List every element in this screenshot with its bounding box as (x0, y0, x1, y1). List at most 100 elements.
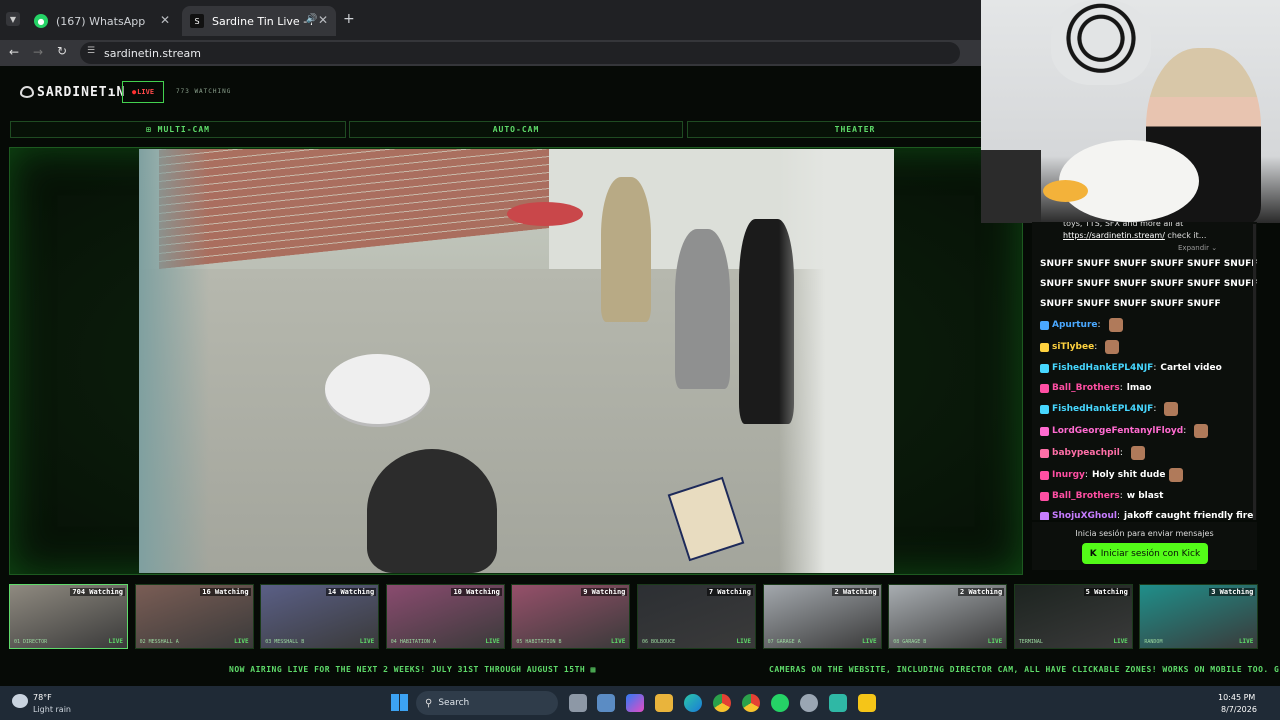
camera-thumbnail[interactable]: 2 Watching 08 GARAGE B LIVE (888, 584, 1008, 649)
chat-message: ShojuXGhoul: jakoff caught friendly fire (1040, 510, 1257, 520)
weather-icon[interactable] (12, 694, 28, 708)
streamer-webcam (981, 0, 1280, 223)
weather-desc: Light rain (33, 705, 71, 714)
site-info-icon[interactable]: ☰ (87, 46, 95, 56)
tab-list-dropdown-icon[interactable]: ▼ (6, 12, 20, 26)
thumb-watching: 9 Watching (581, 588, 628, 596)
thumb-label: 06 BOLBOUCE (642, 639, 676, 645)
widgets-icon[interactable] (597, 694, 615, 712)
whatsapp-icon: ● (34, 14, 48, 28)
nav-multi-cam[interactable]: ⊞ MULTI-CAM (10, 121, 346, 138)
chat-snuff-line: SNUFF SNUFF SNUFF SNUFF SNUFF SNUFF (1040, 259, 1257, 269)
tab-sardinetin[interactable]: S Sardine Tin Live - All Rooms 🔊 ✕ (182, 6, 336, 36)
kick-login-button[interactable]: K Iniciar sesión con Kick (1082, 543, 1208, 564)
user-badge-icon (1040, 448, 1049, 458)
whatsapp-taskbar-icon[interactable] (771, 694, 789, 712)
thumb-live: LIVE (610, 638, 626, 645)
chat-username[interactable]: FishedHankEPL4NJF (1052, 403, 1153, 415)
start-windows-icon[interactable] (391, 694, 408, 711)
task-view-icon[interactable] (569, 694, 587, 712)
login-prompt: Inicia sesión para enviar mensajes (1075, 529, 1214, 538)
expand-button[interactable]: Expandir ⌄ (1178, 242, 1257, 254)
camera-thumbnail[interactable]: 5 Watching TERMINAL LIVE (1013, 584, 1133, 649)
ticker-left-text: NOW AIRING LIVE FOR THE NEXT 2 WEEKS! JU… (229, 665, 596, 674)
reload-icon[interactable]: ↻ (57, 44, 67, 58)
chat-scrollbar[interactable] (1253, 224, 1256, 520)
pinned-text: toys, TTS, SFX and more all at (1063, 222, 1184, 228)
watching-count: 773 WATCHING (176, 88, 232, 95)
chat-emote-icon (1164, 402, 1179, 416)
chat-username[interactable]: Ball_Brothers (1052, 382, 1120, 394)
chat-text: lmao (1126, 383, 1152, 393)
desk-items (981, 150, 1041, 223)
chat-message: Ball_Brothers: lmao (1040, 382, 1257, 394)
chat-username[interactable]: ShojuXGhoul (1052, 510, 1117, 520)
chat-username[interactable]: Ball_Brothers (1052, 490, 1120, 502)
copilot-icon[interactable] (626, 694, 644, 712)
ticker-right-text: CAMERAS ON THE WEBSITE, INCLUDING DIRECT… (769, 665, 1280, 674)
clock-time[interactable]: 10:45 PM (1218, 693, 1255, 702)
chat-colon: : (1119, 448, 1123, 458)
chrome-icon[interactable] (713, 694, 731, 712)
camera-thumbnail[interactable]: 9 Watching 05 HABITATION B LIVE (511, 584, 631, 649)
thumb-live: LIVE (987, 638, 1003, 645)
user-badge-icon (1040, 491, 1049, 501)
nav-theater[interactable]: THEATER (687, 121, 1023, 138)
tab-whatsapp[interactable]: ● (167) WhatsApp ✕ (26, 6, 178, 36)
close-tab-icon[interactable]: ✕ (318, 13, 328, 27)
weather-temp[interactable]: 78°F (33, 693, 52, 702)
user-badge-icon (1040, 470, 1049, 480)
chat-username[interactable]: FishedHankEPL4NJF (1052, 362, 1153, 374)
camera-thumbnail[interactable]: 16 Watching 02 MESSHALL A LIVE (134, 584, 254, 649)
new-tab-button[interactable]: + (343, 12, 355, 26)
sticky-notes-icon[interactable] (858, 694, 876, 712)
file-explorer-icon[interactable] (655, 694, 673, 712)
url-field[interactable]: ☰ sardinetin.stream (80, 42, 960, 64)
taskbar-search[interactable]: ⚲ Search (416, 691, 558, 715)
thumb-label: 01 DIRECTOR (14, 639, 48, 645)
camera-thumbnail[interactable]: 3 Watching RANDOM LIVE (1139, 584, 1259, 649)
settings-gear-icon[interactable] (800, 694, 818, 712)
search-icon: ⚲ (425, 697, 433, 709)
thumb-live: LIVE (234, 638, 249, 645)
camera-thumbnail[interactable]: 7 Watching 06 BOLBOUCE LIVE (637, 584, 756, 649)
live-badge-label: LIVE (137, 88, 155, 96)
thumb-watching: 16 Watching (200, 588, 251, 596)
chat-colon: : (1097, 320, 1101, 330)
chat-colon: : (1094, 342, 1098, 352)
chat-username[interactable]: LordGeorgeFentanylFloyd (1052, 425, 1183, 437)
video-feed[interactable] (139, 149, 894, 573)
forward-icon[interactable]: → (33, 45, 43, 59)
chat-username[interactable]: Inurgy (1052, 469, 1085, 481)
red-table (507, 202, 583, 226)
chat-message: Apurture: (1040, 318, 1257, 332)
speaker-icon[interactable]: 🔊 (306, 14, 317, 24)
back-icon[interactable]: ← (9, 45, 19, 59)
chat-username[interactable]: siTlybee (1052, 341, 1094, 353)
chat-username[interactable]: babypeachpil (1052, 447, 1120, 459)
pinned-message: toys, TTS, SFX and more all at https://s… (1063, 222, 1257, 254)
kick-icon: K (1089, 548, 1097, 559)
camera-thumbnail[interactable]: 2 Watching 07 GARAGE A LIVE (762, 584, 882, 649)
camera-thumbnail[interactable]: 14 Watching 03 MESSHALL B LIVE (260, 584, 380, 649)
close-tab-icon[interactable]: ✕ (160, 13, 170, 27)
camera-thumbnail[interactable]: 10 Watching 04 HABITATION A LIVE (385, 584, 505, 649)
chat-colon: : (1119, 383, 1123, 393)
logo-text: SARDINETıN (37, 84, 126, 100)
site-logo[interactable]: SARDINETıN (20, 84, 125, 100)
camera-thumbnail[interactable]: 704 Watching 01 DIRECTOR LIVE (9, 584, 128, 649)
chat-text: Cartel video (1160, 363, 1222, 373)
thumb-watching: 704 Watching (70, 588, 125, 596)
pinned-suffix: check it... (1164, 231, 1207, 240)
app-icon[interactable] (829, 694, 847, 712)
edge-icon[interactable] (684, 694, 702, 712)
chat-colon: : (1116, 511, 1121, 520)
nav-auto-cam[interactable]: AUTO-CAM (349, 121, 683, 138)
right-wall (779, 149, 894, 573)
person-grey (675, 229, 730, 389)
chat-message: FishedHankEPL4NJF: (1040, 402, 1257, 416)
user-badge-icon (1040, 404, 1049, 414)
chrome-profile-icon[interactable] (742, 694, 760, 712)
pinned-link[interactable]: https://sardinetin.stream/ (1063, 231, 1165, 240)
chat-username[interactable]: Apurture (1052, 319, 1098, 331)
